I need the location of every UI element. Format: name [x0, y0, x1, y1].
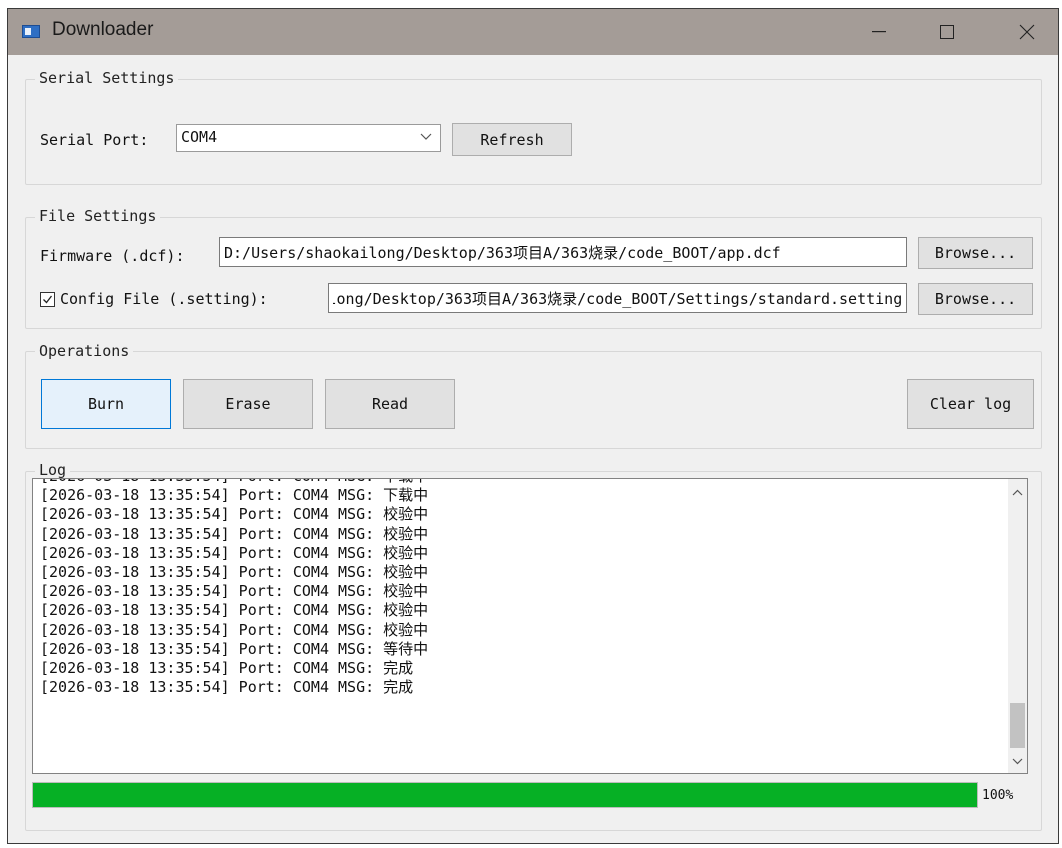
app-icon — [22, 25, 40, 38]
log-line: [2026-03-18 13:35:54] Port: COM4 MSG: 等待… — [40, 639, 429, 658]
operations-title: Operations — [35, 342, 134, 360]
log-line: [2026-03-18 13:35:54] Port: COM4 MSG: 完成 — [40, 678, 414, 697]
close-icon — [1019, 24, 1035, 40]
scroll-down-icon[interactable] — [1012, 758, 1023, 765]
burn-button[interactable]: Burn — [41, 379, 171, 429]
config-browse-button[interactable]: Browse... — [918, 283, 1033, 315]
serial-port-value: COM4 — [181, 128, 218, 146]
serial-port-select[interactable]: COM4 — [176, 124, 441, 152]
log-line: [2026-03-18 13:35:54] Port: COM4 MSG: 校验… — [40, 524, 429, 543]
log-line: [2026-03-18 13:35:54] Port: COM4 MSG: 校验… — [40, 601, 429, 620]
scroll-up-icon[interactable] — [1012, 489, 1023, 496]
log-line: [2026-03-18 13:35:54] Port: COM4 MSG: 校验… — [40, 582, 429, 601]
minimize-icon — [872, 31, 886, 33]
progress-label: 100% — [982, 788, 1014, 803]
maximize-button[interactable] — [920, 9, 974, 55]
log-line: [2026-03-18 13:35:54] Port: COM4 MSG: 校验… — [40, 505, 429, 524]
maximize-icon — [940, 25, 954, 39]
log-line: [2026-03-18 13:35:54] Port: COM4 MSG: 校验… — [40, 620, 429, 639]
scrollbar-thumb[interactable] — [1010, 703, 1025, 748]
log-line: [2026-03-18 13:35:54] Port: COM4 MSG: 下载… — [40, 479, 428, 486]
log-line: [2026-03-18 13:35:54] Port: COM4 MSG: 下载… — [40, 486, 429, 505]
read-button[interactable]: Read — [325, 379, 455, 429]
chevron-down-icon — [420, 133, 432, 140]
close-button[interactable] — [1000, 9, 1054, 55]
checkmark-icon — [43, 295, 53, 304]
title-bar[interactable]: Downloader — [8, 9, 1058, 55]
firmware-path-input[interactable] — [219, 237, 907, 267]
log-title: Log — [35, 461, 71, 479]
log-line: [2026-03-18 13:35:54] Port: COM4 MSG: 校验… — [40, 563, 429, 582]
clear-log-button[interactable]: Clear log — [907, 379, 1034, 429]
log-scrollbar[interactable] — [1008, 479, 1027, 773]
progress-bar — [32, 782, 978, 808]
minimize-button[interactable] — [852, 9, 906, 55]
config-file-label: Config File (.setting): — [60, 290, 268, 308]
log-line: [2026-03-18 13:35:54] Port: COM4 MSG: 完成 — [40, 659, 414, 678]
config-file-checkbox[interactable] — [40, 292, 55, 307]
config-path-input[interactable] — [328, 283, 907, 313]
log-line: [2026-03-18 13:35:54] Port: COM4 MSG: 校验… — [40, 543, 429, 562]
erase-button[interactable]: Erase — [183, 379, 313, 429]
serial-settings-title: Serial Settings — [35, 69, 179, 87]
window-title: Downloader — [52, 19, 154, 40]
firmware-browse-button[interactable]: Browse... — [918, 237, 1033, 269]
progress-fill — [33, 783, 977, 807]
operations-group — [25, 351, 1042, 449]
file-settings-title: File Settings — [35, 207, 161, 225]
firmware-label: Firmware (.dcf): — [40, 247, 185, 265]
log-lines: [2026-03-18 13:35:54] Port: COM4 MSG: 下载… — [40, 479, 429, 697]
log-output[interactable]: [2026-03-18 13:35:54] Port: COM4 MSG: 下载… — [32, 478, 1028, 774]
serial-port-label: Serial Port: — [40, 131, 149, 149]
refresh-button[interactable]: Refresh — [452, 123, 572, 156]
